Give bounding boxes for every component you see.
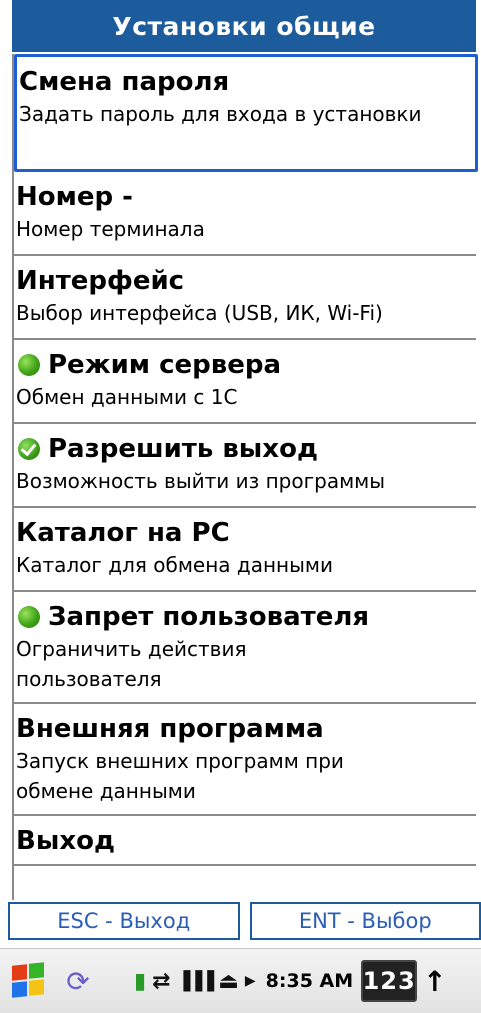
menu-item-interface[interactable]: Интерфейс Выбор интерфейса (USB, ИК, Wi-…	[14, 256, 476, 340]
menu-item-title: Интерфейс	[16, 264, 184, 298]
menu-item-external-program[interactable]: Внешняя программа Запуск внешних програм…	[14, 704, 476, 816]
menu-item-description: Задать пароль для входа в установки	[19, 99, 475, 129]
sync-icon[interactable]: ⟳	[62, 965, 94, 997]
menu-item-change-password[interactable]: Смена пароля Задать пароль для входа в у…	[14, 54, 478, 172]
menu-item-description: Номер терминала	[16, 214, 476, 244]
menu-item-title: Номер -	[16, 180, 133, 214]
connection-icon[interactable]: ⇄	[152, 969, 170, 994]
menu-item-allow-exit[interactable]: Разрешить выход Возможность выйти из про…	[14, 424, 476, 508]
keyboard-input-button[interactable]: 123	[361, 960, 417, 1002]
menu-item-title: Режим сервера	[48, 348, 281, 382]
start-menu-icon[interactable]	[10, 963, 46, 999]
menu-item-server-mode[interactable]: Режим сервера Обмен данными с 1С	[14, 340, 476, 424]
taskbar: ⟳ ▮ ⇄ ▐▐▐ ⏏ ▶ 8:35 AM 123 ↑	[0, 948, 481, 1013]
signal-icon[interactable]: ▐▐▐	[177, 971, 213, 992]
menu-item-title: Выход	[16, 824, 115, 858]
input-panel-toggle-icon[interactable]: ↑	[423, 965, 446, 998]
menu-item-description: Возможность выйти из программы	[16, 466, 476, 496]
menu-item-title: Запрет пользователя	[48, 600, 369, 634]
page-title: Установки общие	[112, 12, 375, 41]
green-dot-icon	[18, 606, 40, 628]
menu-item-title: Внешняя программа	[16, 712, 324, 746]
menu-item-description: Запуск внешних программ при обмене данны…	[16, 746, 402, 806]
menu-item-user-restriction[interactable]: Запрет пользователя Ограничить действия …	[14, 592, 476, 704]
menu-item-description: Каталог для обмена данными	[16, 550, 476, 580]
esc-exit-button[interactable]: ESC - Выход	[8, 902, 240, 940]
page-title-bar: Установки общие	[12, 0, 476, 52]
menu-item-title: Разрешить выход	[48, 432, 318, 466]
menu-item-description: Обмен данными с 1С	[16, 382, 476, 412]
menu-item-title: Каталог на PC	[16, 516, 230, 550]
menu-item-title: Смена пароля	[19, 65, 229, 99]
menu-item-pc-catalog[interactable]: Каталог на PC Каталог для обмена данными	[14, 508, 476, 592]
menu-item-description: Ограничить действия пользователя	[16, 634, 322, 694]
volume-icon[interactable]: ⏏	[218, 969, 239, 994]
settings-menu-list: Смена пароля Задать пароль для входа в у…	[12, 54, 476, 900]
green-check-icon	[18, 438, 40, 460]
softkey-bar: ESC - Выход ENT - Выбор	[8, 902, 481, 944]
battery-icon[interactable]: ▮	[134, 969, 146, 994]
menu-item-number[interactable]: Номер - Номер терминала	[14, 172, 476, 256]
status-icons: ▮ ⇄ ▐▐▐ ⏏ ▶ 8:35 AM	[134, 969, 353, 994]
menu-item-exit[interactable]: Выход	[14, 816, 476, 866]
clock[interactable]: 8:35 AM	[266, 970, 354, 992]
menu-item-description: Выбор интерфейса (USB, ИК, Wi-Fi)	[16, 298, 476, 328]
arrow-right-icon: ▶	[245, 973, 256, 989]
ent-select-button[interactable]: ENT - Выбор	[250, 902, 481, 940]
green-dot-icon	[18, 354, 40, 376]
